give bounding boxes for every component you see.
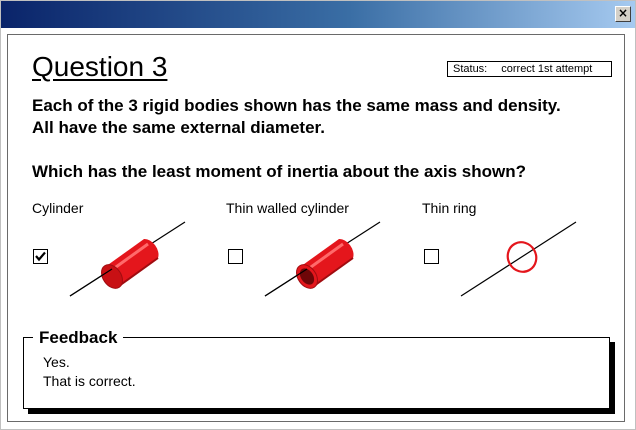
option-label-thin-walled-cylinder: Thin walled cylinder [226,200,349,216]
status-value: correct 1st attempt [501,63,593,75]
thin-ring-icon [460,221,577,297]
close-button[interactable]: × [615,6,631,22]
checkmark-icon [35,251,46,262]
question-text: Each of the 3 rigid bodies shown has the… [32,95,612,139]
option-label-thin-ring: Thin ring [422,200,477,216]
title-bar[interactable]: × [1,1,635,28]
option-checkbox-cylinder[interactable] [33,249,48,264]
option-checkbox-thin-walled-cylinder[interactable] [228,249,243,264]
hollow-cylinder-icon [264,221,381,297]
option-checkbox-thin-ring[interactable] [424,249,439,264]
question-prompt: Which has the least moment of inertia ab… [32,162,527,181]
feedback-title: Feedback [33,327,124,349]
solid-cylinder-icon [69,221,186,297]
feedback-line-2: That is correct. [43,373,136,389]
option-label-cylinder: Cylinder [32,200,84,216]
question-title: Question 3 [32,51,168,82]
feedback-line-1: Yes. [43,354,70,370]
status-label: Status: [453,63,488,75]
question-text-line-2: All have the same external diameter. [32,118,325,137]
status-badge: Status: correct 1st attempt [447,61,612,77]
question-text-line-1: Each of the 3 rigid bodies shown has the… [32,96,561,115]
